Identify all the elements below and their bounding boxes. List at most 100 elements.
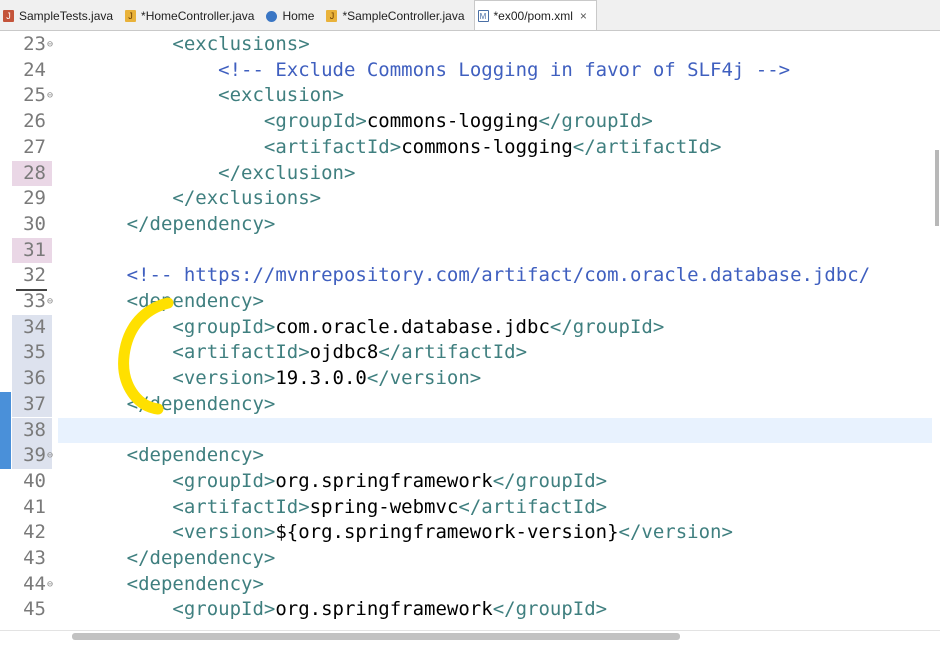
xml-tag: <groupId>: [172, 469, 276, 492]
line-number: 38: [23, 418, 46, 441]
xml-tag: <dependency>: [126, 572, 264, 595]
xml-tag: <dependency>: [126, 290, 264, 312]
xml-tag: <artifactId>: [263, 135, 402, 158]
xml-text: com.oracle.database.jdbc: [275, 315, 550, 338]
xml-text: org.springframework: [275, 469, 493, 492]
xml-tag: <exclusions>: [172, 33, 310, 55]
code-line[interactable]: <artifactId>spring-webmvc</artifactId>: [58, 495, 607, 521]
xml-tag: <groupId>: [172, 598, 276, 621]
xml-tag: </version>: [366, 367, 482, 390]
line-number: 34: [23, 315, 46, 338]
junit-file-icon: J: [3, 10, 14, 22]
code-line[interactable]: </dependency>: [58, 392, 276, 418]
code-line[interactable]: <groupId>com.oracle.database.jdbc</group…: [58, 315, 664, 341]
code-line[interactable]: <version>19.3.0.0</version>: [58, 366, 481, 392]
xml-tag: <exclusion>: [218, 84, 344, 107]
xml-text: ${org.springframework-version}: [275, 521, 619, 544]
line-number: 44: [23, 572, 46, 595]
code-line[interactable]: </dependency>: [58, 546, 276, 572]
xml-tag: </groupId>: [538, 110, 653, 133]
xml-tag: </dependency>: [126, 392, 276, 415]
java-file-icon: J: [125, 10, 137, 22]
xml-tag: <artifactId>: [172, 495, 310, 518]
tab-sampletests-java[interactable]: J SampleTests.java: [0, 2, 122, 30]
horizontal-scrollbar[interactable]: [0, 630, 940, 646]
line-number: 26: [23, 110, 46, 133]
line-number: 36: [23, 367, 46, 390]
line-number: 32: [23, 264, 46, 287]
xml-tag: </artifactId>: [378, 341, 528, 364]
xml-text: commons-logging: [401, 135, 573, 158]
xml-text: spring-webmvc: [309, 495, 459, 518]
code-line[interactable]: </dependency>: [58, 212, 276, 238]
tab-label: *ex00/pom.xml: [493, 8, 573, 23]
line-number: 30: [23, 212, 46, 235]
xml-tag: <dependency>: [126, 444, 264, 467]
tab-ex00-pom-xml[interactable]: M *ex00/pom.xml ×: [473, 0, 597, 30]
tab-label: Home: [282, 9, 315, 23]
line-number: 28: [23, 161, 46, 184]
xml-tag: <groupId>: [172, 315, 276, 338]
code-line[interactable]: <!-- Exclude Commons Logging in favor of…: [58, 58, 790, 84]
horizontal-scrollbar-thumb[interactable]: [72, 633, 680, 640]
line-number: 37: [23, 392, 46, 415]
xml-file-icon: M: [477, 9, 489, 22]
code-line[interactable]: <dependency>: [58, 572, 264, 598]
code-line[interactable]: <!-- https://mvnrepository.com/artifact/…: [58, 263, 871, 289]
code-line[interactable]: <dependency>: [58, 443, 264, 469]
xml-tag: <groupId>: [263, 110, 367, 133]
xml-tag: </groupId>: [549, 315, 665, 338]
xml-tag: </dependency>: [126, 212, 276, 235]
current-line-highlight: [58, 417, 932, 444]
xml-text: ojdbc8: [309, 341, 379, 364]
line-number: 40: [23, 469, 46, 492]
xml-tag: <version>: [172, 521, 276, 544]
close-icon[interactable]: ×: [580, 9, 587, 23]
xml-source-editor[interactable]: 23 ⊖ <exclusions> 24 <!-- Exclude Commons …: [0, 32, 940, 630]
line-number: 45: [23, 598, 46, 621]
xml-tag: </exclusions>: [172, 187, 322, 210]
line-number: 43: [23, 547, 46, 569]
xml-text: org.springframework: [275, 598, 493, 621]
fold-toggle-icon[interactable]: ⊖: [47, 443, 53, 469]
vertical-overview-marker: [935, 150, 939, 226]
code-line[interactable]: </exclusion>: [58, 161, 355, 187]
code-line[interactable]: <dependency>: [58, 289, 264, 315]
code-line[interactable]: <groupId>org.springframework</groupId>: [58, 597, 607, 623]
xml-tag: </dependency>: [126, 547, 276, 569]
xml-text: commons-logging: [366, 110, 539, 133]
xml-tag: </exclusion>: [218, 161, 356, 184]
code-line[interactable]: <artifactId>ojdbc8</artifactId>: [58, 340, 527, 366]
code-line[interactable]: <version>${org.springframework-version}<…: [58, 520, 733, 546]
code-line[interactable]: <exclusions>: [58, 32, 310, 58]
tab-samplecontroller-java[interactable]: J *SampleController.java: [323, 2, 473, 30]
line-number: 35: [23, 341, 46, 364]
line-number: 27: [23, 135, 46, 158]
xml-tag: </artifactId>: [458, 495, 608, 518]
line-number: 39: [23, 444, 46, 467]
code-line[interactable]: <exclusion>: [58, 83, 344, 109]
xml-tag: </version>: [618, 521, 733, 544]
xml-tag: <artifactId>: [172, 341, 310, 364]
code-line[interactable]: <groupId>org.springframework</groupId>: [58, 469, 607, 495]
line-number: 25: [23, 84, 46, 107]
xml-tag: </groupId>: [492, 598, 608, 621]
code-line[interactable]: <groupId>commons-logging</groupId>: [58, 109, 653, 135]
tab-label: *HomeController.java: [141, 9, 255, 23]
code-line[interactable]: </exclusions>: [58, 186, 321, 212]
fold-toggle-icon[interactable]: ⊖: [47, 32, 53, 58]
fold-toggle-icon[interactable]: ⊖: [47, 83, 53, 109]
xml-tag: </groupId>: [492, 469, 608, 492]
line-number: 42: [23, 521, 46, 544]
line-number: 31: [23, 238, 46, 261]
fold-toggle-icon[interactable]: ⊖: [47, 572, 53, 598]
browser-globe-icon: [266, 10, 278, 22]
xml-comment: <!-- https://mvnrepository.com/artifact/…: [126, 264, 871, 287]
code-line[interactable]: <artifactId>commons-logging</artifactId>: [58, 135, 722, 161]
fold-toggle-icon[interactable]: ⊖: [47, 289, 53, 315]
xml-tag: <version>: [172, 367, 276, 390]
tab-home[interactable]: Home: [263, 2, 323, 30]
tab-label: SampleTests.java: [19, 9, 114, 23]
tab-homecontroller-java[interactable]: J *HomeController.java: [122, 2, 263, 30]
line-number: 41: [23, 495, 46, 518]
